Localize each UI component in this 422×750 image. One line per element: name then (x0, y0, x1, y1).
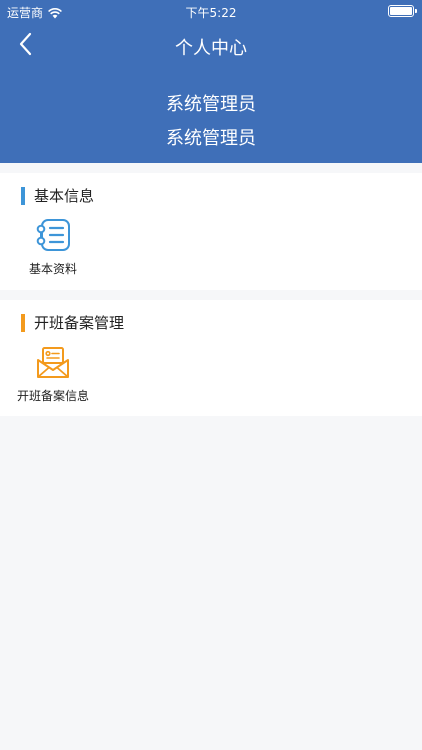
page-title: 个人中心 (175, 38, 247, 59)
section-accent-bar (21, 313, 25, 332)
section-title: 开班备案管理 (34, 314, 125, 332)
tile-label: 开班备案信息 (16, 389, 89, 403)
user-role: 系统管理员 (166, 128, 256, 149)
status-time: 下午5:22 (185, 6, 237, 20)
user-name: 系统管理员 (166, 94, 256, 115)
basic-profile-tile[interactable]: 基本资料 (22, 217, 84, 277)
header: 运营商 下午5:22 个人中心 系统管理员 系统管理员 (0, 0, 422, 163)
profile-list-icon (36, 219, 70, 251)
envelope-card-icon (37, 347, 69, 378)
section-header: 开班备案管理 (21, 312, 124, 333)
section-title: 基本信息 (34, 187, 95, 205)
status-bar: 运营商 下午5:22 (0, 0, 422, 22)
section-class-filing: 开班备案管理 开班备案信息 (0, 300, 422, 416)
battery-icon (388, 5, 417, 17)
tile-label: 基本资料 (28, 262, 77, 276)
section-basic-info: 基本信息 基本资料 (0, 173, 422, 290)
section-accent-bar (21, 186, 25, 205)
section-header: 基本信息 (21, 185, 94, 206)
class-filing-info-tile[interactable]: 开班备案信息 (12, 346, 94, 404)
